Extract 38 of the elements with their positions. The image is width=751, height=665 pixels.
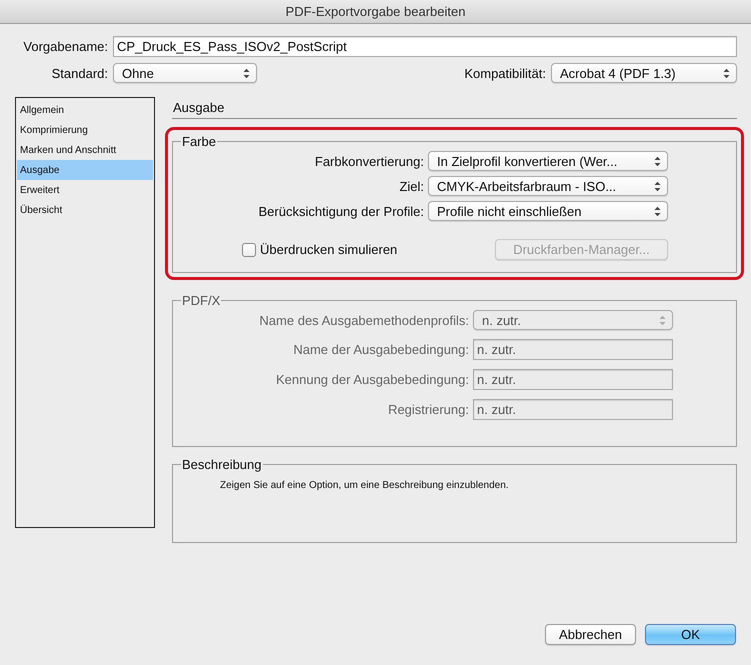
sidebar-item[interactable]: Komprimierung bbox=[17, 120, 153, 140]
field-label: Kompatibilität: bbox=[464, 66, 546, 80]
field-label: Registrierung: bbox=[388, 402, 469, 417]
updown-arrows-icon bbox=[654, 156, 661, 166]
description-text: Zeigen Sie auf eine Option, um eine Beschreibung einzublenden. bbox=[219, 479, 510, 493]
sidebar-item[interactable]: Ausgabe bbox=[17, 160, 153, 180]
updown-arrows-icon bbox=[659, 314, 666, 326]
standard-dropdown[interactable]: Ohne bbox=[113, 63, 257, 83]
sidebar-item[interactable]: Allgemein bbox=[17, 100, 153, 120]
field-label: Ziel: bbox=[399, 178, 424, 194]
ok-button[interactable]: OK bbox=[645, 624, 736, 645]
compatibility-dropdown[interactable]: Acrobat 4 (PDF 1.3) bbox=[551, 63, 737, 83]
group-title: PDF/X bbox=[181, 293, 222, 308]
field-label: Name des Ausgabemethodenprofils: bbox=[259, 312, 469, 328]
field-label: Kennung der Ausgabebedingung: bbox=[276, 372, 469, 387]
checkbox-label: Überdrucken simulieren bbox=[260, 242, 398, 257]
section-title: Ausgabe bbox=[172, 97, 737, 119]
updown-arrows-icon bbox=[723, 68, 730, 78]
updown-arrows-icon bbox=[243, 68, 250, 78]
field-label: Berücksichtigung der Profile: bbox=[258, 204, 424, 218]
field-label: Vorgabename: bbox=[22, 39, 108, 54]
group-title: Beschreibung bbox=[181, 457, 262, 472]
checkbox[interactable] bbox=[242, 242, 256, 256]
dropdown[interactable]: Profile nicht einschließen bbox=[428, 201, 668, 221]
dropdown[interactable]: CMYK-Arbeitsfarbraum - ISO... bbox=[428, 176, 668, 196]
sidebar-item[interactable]: Übersicht bbox=[17, 200, 153, 220]
group-title: Farbe bbox=[181, 134, 217, 149]
preset-name-field[interactable]: CP_Druck_ES_Pass_ISOv2_PostScript bbox=[113, 36, 737, 57]
sidebar-item[interactable]: Marken und Anschnitt bbox=[17, 140, 153, 160]
dropdown[interactable]: In Zielprofil konvertieren (Wer... bbox=[428, 151, 668, 171]
updown-arrows-icon bbox=[654, 180, 661, 192]
cancel-button[interactable]: Abbrechen bbox=[545, 624, 636, 645]
field-label: Name der Ausgabebedingung: bbox=[293, 342, 469, 357]
sidebar-item[interactable]: Erweitert bbox=[17, 180, 153, 200]
window-title: PDF-Exportvorgabe bearbeiten bbox=[286, 4, 466, 19]
updown-arrows-icon bbox=[654, 206, 661, 216]
field-label: Standard: bbox=[50, 66, 108, 80]
field-label: Farbkonvertierung: bbox=[314, 154, 424, 168]
